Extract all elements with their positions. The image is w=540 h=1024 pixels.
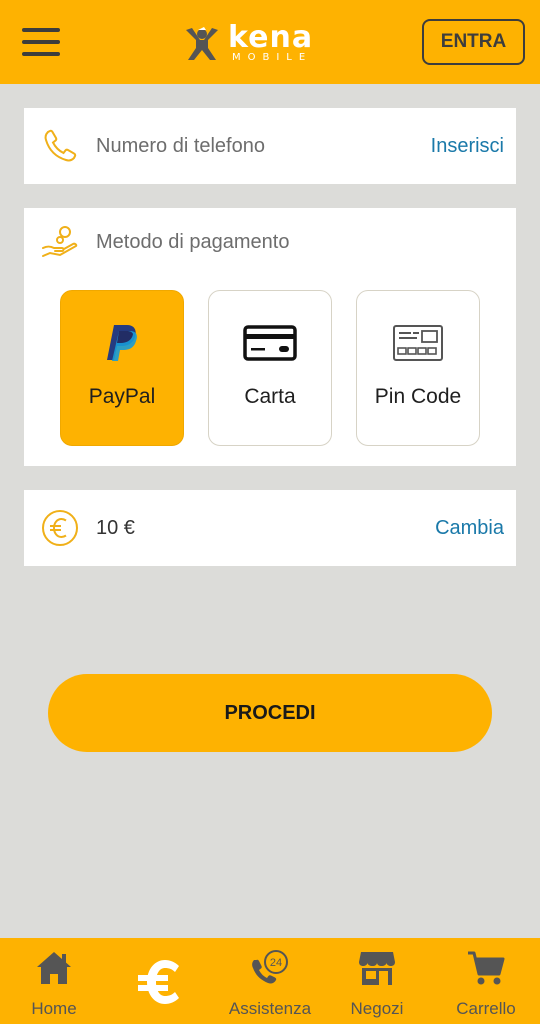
kena-logo: kena MOBILE bbox=[182, 20, 342, 64]
logo-text: kena bbox=[228, 20, 314, 55]
badge-24: 24 bbox=[270, 957, 282, 969]
euro-icon bbox=[138, 960, 179, 1004]
phone-number-card[interactable]: Numero di telefono Inserisci bbox=[24, 108, 516, 184]
phone-icon bbox=[44, 129, 77, 162]
store-icon bbox=[359, 952, 395, 985]
payment-method-card: Metodo di pagamento PayPal Carta Pin Cod… bbox=[24, 208, 516, 466]
app-header: kena MOBILE ENTRA bbox=[0, 0, 540, 84]
logo-subtext: MOBILE bbox=[232, 52, 313, 63]
nav-assistance[interactable]: 24 Assistenza bbox=[222, 938, 318, 1024]
logo-figure-icon bbox=[186, 27, 218, 60]
change-amount-link[interactable]: Cambia bbox=[435, 517, 504, 540]
nav-cart[interactable]: Carrello bbox=[440, 938, 532, 1024]
payment-method-title: Metodo di pagamento bbox=[96, 231, 290, 253]
bottom-navigation: Home 24 Assistenza Negozi Carrello bbox=[0, 938, 540, 1024]
nav-label: Assistenza bbox=[228, 999, 312, 1018]
amount-value: 10 € bbox=[96, 516, 135, 539]
insert-phone-link[interactable]: Inserisci bbox=[431, 135, 504, 158]
euro-circle-icon bbox=[42, 510, 78, 546]
payment-option-paypal[interactable]: PayPal bbox=[60, 290, 184, 446]
nav-home[interactable]: Home bbox=[8, 938, 100, 1024]
menu-icon[interactable] bbox=[22, 28, 60, 58]
cart-icon bbox=[468, 951, 505, 985]
amount-card: 10 € Cambia bbox=[24, 490, 516, 566]
nav-topup[interactable] bbox=[120, 938, 204, 1024]
credit-card-icon bbox=[243, 325, 297, 361]
login-button[interactable]: ENTRA bbox=[422, 19, 525, 65]
proceed-button[interactable]: PROCEDI bbox=[48, 674, 492, 752]
payment-option-pin-code[interactable]: Pin Code bbox=[356, 290, 480, 446]
nav-label: Home bbox=[31, 999, 77, 1018]
payment-option-label: Carta bbox=[244, 385, 296, 408]
payment-option-card[interactable]: Carta bbox=[208, 290, 332, 446]
pin-code-card-icon bbox=[393, 325, 443, 361]
phone-24-icon: 24 bbox=[252, 950, 288, 984]
phone-number-placeholder: Numero di telefono bbox=[96, 134, 265, 157]
payment-option-label: PayPal bbox=[88, 385, 156, 408]
paypal-icon bbox=[107, 325, 137, 361]
hand-coins-icon bbox=[42, 226, 78, 257]
payment-option-label: Pin Code bbox=[374, 385, 462, 408]
nav-stores[interactable]: Negozi bbox=[336, 938, 418, 1024]
nav-label: Carrello bbox=[456, 999, 516, 1018]
nav-label: Negozi bbox=[350, 999, 404, 1018]
home-icon bbox=[37, 952, 71, 984]
